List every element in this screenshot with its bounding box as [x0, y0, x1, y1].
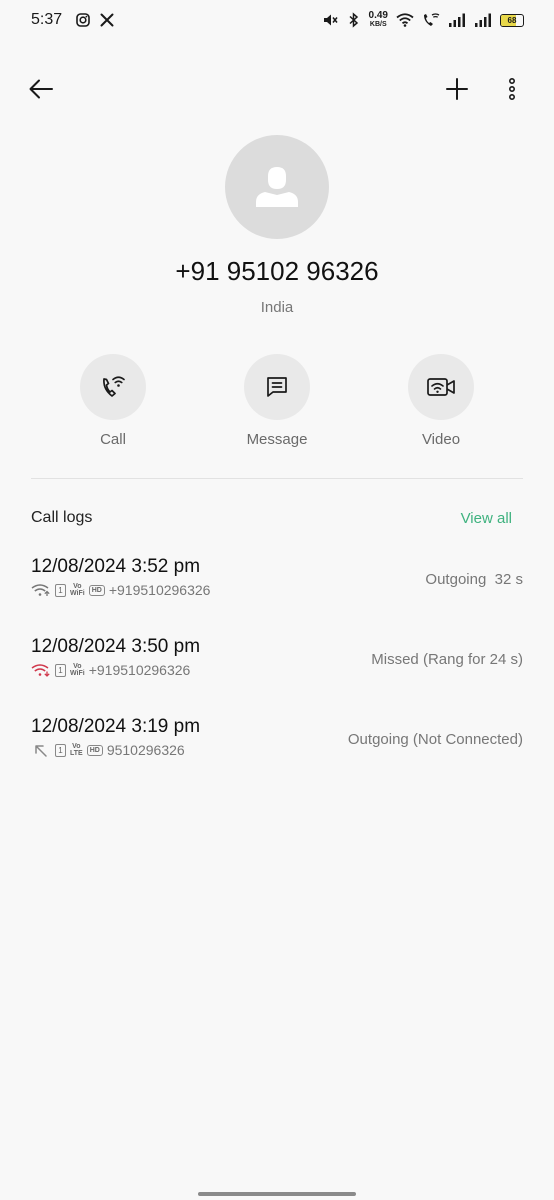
call-label: Call — [100, 431, 126, 448]
app-bar — [0, 66, 554, 110]
sim-badge: 1 — [55, 663, 66, 677]
wifi-call-icon — [103, 376, 125, 397]
net-speed-value: 0.49 — [368, 10, 388, 21]
call-log-status: Outgoing 32 s — [425, 571, 523, 588]
volte-badge: Vo LTE — [70, 743, 83, 757]
message-label: Message — [246, 431, 308, 448]
bluetooth-icon — [347, 12, 361, 28]
call-button[interactable]: Call — [58, 354, 168, 448]
view-all-link[interactable]: View all — [461, 510, 512, 527]
home-indicator[interactable] — [198, 1192, 356, 1196]
call-log-status: Missed (Rang for 24 s) — [371, 651, 523, 668]
vo-badge-top: Vo — [73, 583, 82, 590]
more-options-button[interactable] — [500, 74, 524, 104]
call-log-number: 9510296326 — [106, 742, 185, 758]
call-logs-header: Call logs View all — [31, 509, 512, 527]
more-vertical-icon — [508, 78, 516, 100]
person-icon — [256, 167, 298, 207]
vowifi-badge: Vo WiFi — [70, 583, 85, 597]
contact-region: India — [260, 299, 294, 316]
net-speed-unit: KB/S — [369, 21, 387, 28]
contact-actions: Call Message Video — [0, 354, 554, 454]
hd-badge: HD — [86, 744, 103, 756]
signal-icon — [474, 13, 492, 27]
call-log-meta: 1 Vo WiFi +919510296326 — [31, 662, 190, 678]
net-speed: 0.49 KB/S — [369, 11, 388, 29]
call-log-number: +919510296326 — [108, 582, 211, 598]
hd-badge: HD — [88, 584, 105, 596]
wifi-icon — [396, 13, 414, 27]
missed-wifi-call-icon — [31, 664, 50, 677]
sim-badge: 1 — [55, 743, 66, 757]
call-log-meta: 1 Vo WiFi HD +919510296326 — [31, 582, 210, 598]
call-button-circle[interactable] — [80, 354, 146, 420]
call-log-item[interactable]: 12/08/2024 3:52 pm 1 Vo WiFi HD +9195102… — [31, 556, 523, 616]
add-contact-button[interactable] — [442, 74, 472, 104]
contact-number: +91 95102 96326 — [175, 256, 379, 286]
call-log-datetime: 12/08/2024 3:19 pm — [31, 716, 201, 737]
mute-icon — [321, 12, 339, 28]
outgoing-wifi-call-icon — [31, 584, 50, 596]
video-button-circle[interactable] — [408, 354, 474, 420]
message-button-circle[interactable] — [244, 354, 310, 420]
status-time: 5:37 — [31, 11, 63, 28]
status-bar: 5:37 0.49 KB/S 68 — [0, 0, 554, 40]
call-logs-title: Call logs — [31, 509, 93, 526]
call-log-item[interactable]: 12/08/2024 3:19 pm 1 Vo LTE HD 951029632… — [31, 716, 523, 776]
call-log-meta: 1 Vo LTE HD 9510296326 — [31, 742, 185, 758]
outgoing-call-icon — [35, 745, 47, 757]
plus-icon — [446, 78, 468, 100]
battery-level: 68 — [507, 15, 517, 25]
video-button[interactable]: Video — [386, 354, 496, 448]
divider — [31, 478, 523, 479]
call-log-item[interactable]: 12/08/2024 3:50 pm 1 Vo WiFi +9195102963… — [31, 636, 523, 696]
vo-badge-bottom: LTE — [70, 750, 83, 757]
call-log-number: +919510296326 — [88, 662, 191, 678]
vowifi-badge: Vo WiFi — [70, 663, 85, 677]
vo-badge-bottom: WiFi — [70, 590, 85, 597]
vo-badge-top: Vo — [72, 743, 81, 750]
call-log-datetime: 12/08/2024 3:50 pm — [31, 636, 201, 657]
vo-badge-top: Vo — [73, 663, 82, 670]
wifi-video-icon — [427, 378, 455, 396]
message-icon — [267, 377, 287, 397]
x-icon — [100, 13, 114, 27]
message-button[interactable]: Message — [222, 354, 332, 448]
instagram-icon — [76, 13, 90, 27]
status-right: 0.49 KB/S 68 — [321, 11, 524, 29]
video-label: Video — [421, 431, 461, 448]
signal-icon — [448, 13, 466, 27]
avatar — [225, 135, 329, 239]
back-arrow-icon — [29, 79, 53, 99]
back-button[interactable] — [26, 74, 56, 104]
wifi-calling-icon — [422, 12, 440, 28]
status-left: 5:37 — [31, 11, 114, 29]
vo-badge-bottom: WiFi — [70, 670, 85, 677]
call-log-status: Outgoing (Not Connected) — [347, 731, 523, 748]
sim-badge: 1 — [55, 583, 66, 597]
call-log-datetime: 12/08/2024 3:52 pm — [31, 556, 201, 577]
battery-icon: 68 — [500, 13, 524, 27]
